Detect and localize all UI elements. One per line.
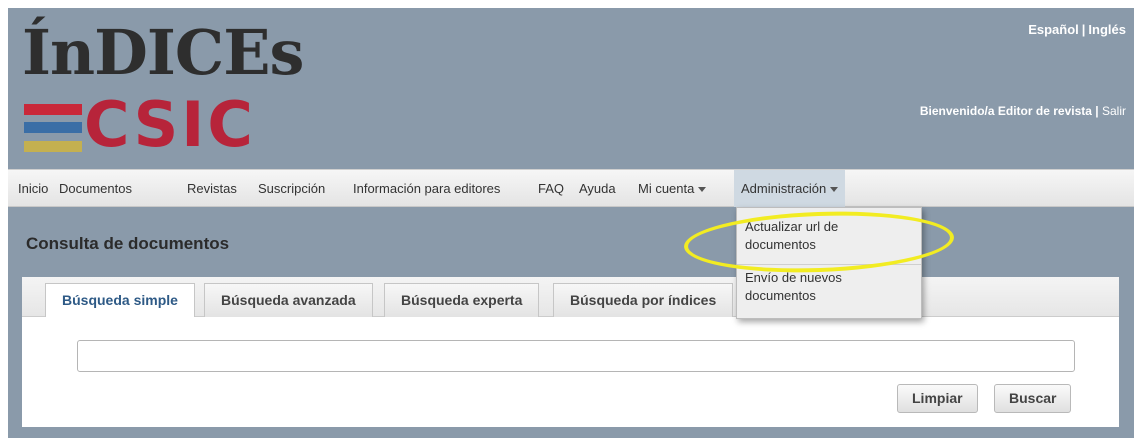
document-search-panel: Consulta de documentos Búsqueda simple B…: [22, 207, 1119, 427]
page: ÍnDICEs CSIC Español | Inglés Bienvenido/a…: [8, 8, 1134, 438]
menu-item-envio-documentos-line1: Envío de nuevos: [745, 270, 842, 285]
nav-item-documentos[interactable]: Documentos: [59, 170, 132, 207]
clear-button[interactable]: Limpiar: [897, 384, 978, 413]
nav-item-informacion-editores[interactable]: Información para editores: [353, 170, 500, 207]
search-input[interactable]: [77, 340, 1075, 372]
logo-yellow-stripe: [24, 141, 82, 152]
nav-item-administracion-label: Administración: [741, 181, 827, 196]
lang-spanish-link[interactable]: Español: [1028, 22, 1079, 37]
tab-busqueda-indices[interactable]: Búsqueda por índices: [553, 283, 734, 317]
menu-item-envio-documentos-line2: documentos: [745, 288, 816, 303]
menu-item-actualizar-url-line1: Actualizar url de: [745, 219, 839, 234]
menu-item-envio-documentos[interactable]: Envío de nuevos documentos: [745, 269, 915, 305]
logo-bottom-text: CSIC: [84, 88, 256, 161]
nav-item-revistas[interactable]: Revistas: [187, 170, 237, 207]
nav-item-ayuda[interactable]: Ayuda: [579, 170, 616, 207]
tab-busqueda-experta[interactable]: Búsqueda experta: [384, 283, 540, 317]
chevron-down-icon: [830, 187, 839, 193]
tab-busqueda-simple[interactable]: Búsqueda simple: [45, 283, 195, 318]
logo-blue-stripe: [24, 122, 82, 133]
logo-stripes-icon: [24, 104, 82, 162]
content-header: Consulta de documentos: [22, 207, 1119, 277]
nav-item-administracion[interactable]: Administración: [734, 170, 846, 207]
nav-item-mi-cuenta-label: Mi cuenta: [638, 181, 695, 196]
page-title: Consulta de documentos: [26, 234, 230, 253]
nav-item-mi-cuenta[interactable]: Mi cuenta: [638, 170, 707, 207]
welcome-separator: |: [1095, 104, 1099, 118]
nav-item-faq[interactable]: FAQ: [538, 170, 564, 207]
logo-red-stripe: [24, 104, 82, 115]
logout-link[interactable]: Salir: [1102, 104, 1126, 118]
logo-top-text: ÍnDICEs: [22, 16, 304, 89]
welcome-user-label: Bienvenido/a Editor de revista: [919, 104, 1092, 118]
indices-csic-logo[interactable]: ÍnDICEs CSIC: [22, 18, 322, 168]
simple-search-panel: Limpiar Buscar: [22, 317, 1119, 427]
lang-separator: |: [1081, 22, 1086, 37]
search-tabs: Búsqueda simple Búsqueda avanzada Búsque…: [22, 277, 1119, 318]
nav-item-inicio[interactable]: Inicio: [18, 170, 48, 207]
lang-english-link[interactable]: Inglés: [1088, 22, 1126, 37]
menu-divider: [737, 264, 921, 265]
menu-item-actualizar-url-line2: documentos: [745, 237, 816, 252]
search-button[interactable]: Buscar: [994, 384, 1072, 413]
language-switcher: Español | Inglés: [1028, 22, 1126, 37]
chevron-down-icon: [698, 187, 707, 193]
tab-busqueda-avanzada[interactable]: Búsqueda avanzada: [204, 283, 373, 317]
nav-item-suscripcion[interactable]: Suscripción: [258, 170, 325, 207]
main-navbar: Inicio Documentos Revistas Suscripción I…: [8, 169, 1134, 207]
menu-item-actualizar-url[interactable]: Actualizar url de documentos: [745, 218, 915, 254]
administracion-dropdown-menu: Actualizar url de documentos Envío de nu…: [736, 207, 922, 319]
welcome-bar: Bienvenido/a Editor de revista | Salir: [920, 104, 1126, 118]
